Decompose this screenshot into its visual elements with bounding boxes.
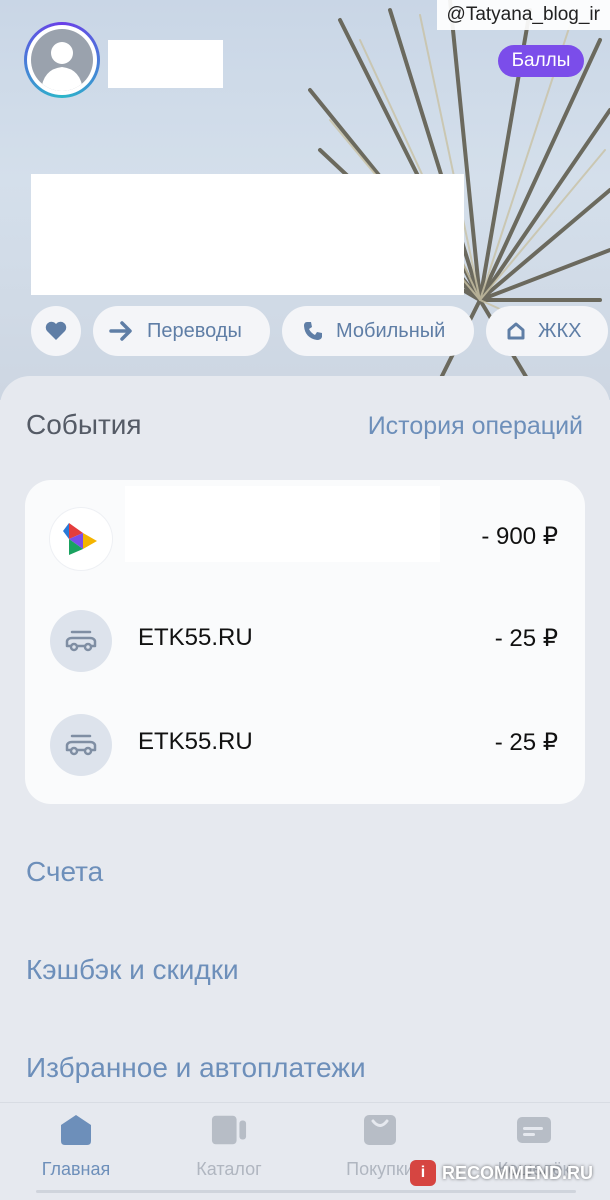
history-link[interactable]: История операций	[368, 412, 583, 441]
recommend-text: RECOMMEND.RU	[442, 1162, 593, 1183]
transaction-amount: - 25 ₽	[494, 625, 558, 652]
nav-item-home[interactable]: Главная	[16, 1113, 136, 1180]
watermark-text: @Tatyana_blog_ir	[436, 0, 610, 30]
house-icon	[506, 321, 526, 341]
nav-item-catalog[interactable]: Каталог	[169, 1113, 289, 1180]
hero-header: @Tatyana_blog_ir Баллы Переводы Мобильны…	[0, 0, 610, 400]
transaction-row[interactable]: - 900 ₽	[25, 486, 585, 574]
transaction-row[interactable]: ETK55.RU - 25 ₽	[25, 710, 585, 780]
transaction-amount: - 900 ₽	[481, 523, 558, 550]
transaction-row[interactable]: ETK55.RU - 25 ₽	[25, 606, 585, 676]
car-icon	[50, 610, 112, 672]
transfers-button[interactable]: Переводы	[93, 306, 270, 356]
nav-label: Каталог	[196, 1159, 262, 1179]
transaction-amount: - 25 ₽	[494, 729, 558, 756]
redacted-merchant	[125, 486, 440, 562]
favorites-autopay-section[interactable]: Избранное и автоплатежи	[26, 1052, 366, 1084]
card-icon	[516, 1113, 552, 1147]
mobile-label: Мобильный	[336, 319, 446, 342]
recommend-logo-icon: i	[410, 1160, 436, 1186]
main-panel: События История операций - 900 ₽ ETK55.R…	[0, 376, 610, 1116]
transaction-name: ETK55.RU	[138, 728, 253, 755]
avatar[interactable]	[24, 22, 100, 98]
points-button[interactable]: Баллы	[498, 45, 584, 77]
events-card: - 900 ₽ ETK55.RU - 25 ₽ ETK55.RU - 25 ₽	[25, 480, 585, 804]
redacted-balance	[31, 174, 464, 295]
accounts-section[interactable]: Счета	[26, 856, 103, 888]
catalog-icon	[211, 1113, 247, 1147]
redacted-name	[108, 40, 223, 88]
user-silhouette-icon	[41, 42, 83, 91]
cashback-section[interactable]: Кэшбэк и скидки	[26, 954, 239, 986]
colorful-triangles-logo-icon	[50, 508, 112, 570]
events-title: События	[26, 409, 142, 440]
recommend-watermark: i RECOMMEND.RU	[410, 1158, 602, 1188]
shopping-bag-icon	[362, 1113, 398, 1147]
mobile-button[interactable]: Мобильный	[282, 306, 474, 356]
arrow-right-icon	[109, 320, 135, 342]
home-indicator	[36, 1190, 576, 1193]
favorites-button[interactable]	[31, 306, 81, 356]
transfers-label: Переводы	[147, 319, 242, 342]
zhkh-label: ЖКХ	[538, 319, 582, 342]
home-icon	[58, 1113, 94, 1147]
heart-icon	[45, 321, 67, 341]
phone-icon	[302, 320, 324, 342]
transaction-name: ETK55.RU	[138, 624, 253, 651]
nav-label: Главная	[41, 1159, 111, 1179]
zhkh-button[interactable]: ЖКХ	[486, 306, 608, 356]
car-icon	[50, 714, 112, 776]
